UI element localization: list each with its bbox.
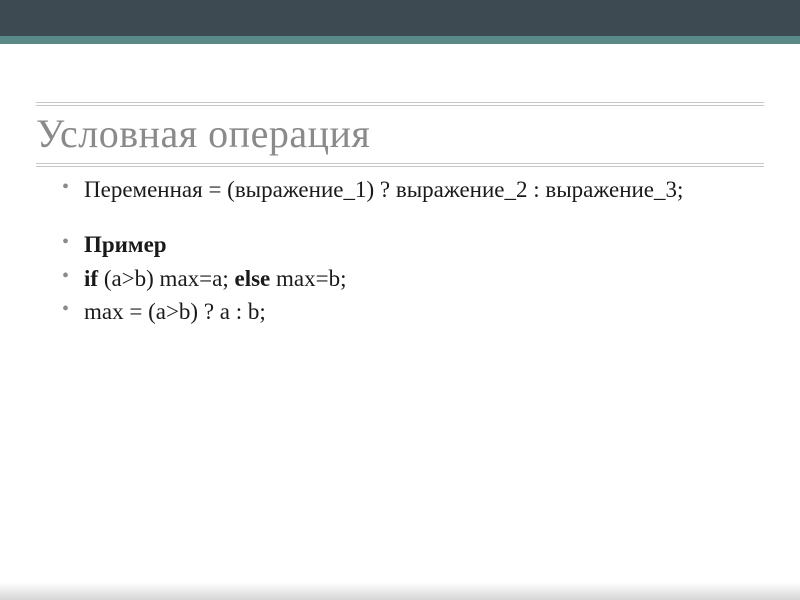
divider-top <box>36 102 764 106</box>
slide-content: Переменная = (выражение_1) ? выражение_2… <box>0 167 800 327</box>
title-bar <box>0 0 800 44</box>
kw-if: if <box>84 266 98 291</box>
spacer <box>0 44 800 102</box>
bottom-shadow <box>0 582 800 600</box>
bullet-example-label: Пример <box>62 230 760 259</box>
example-line1-end: max=b; <box>270 266 346 291</box>
example-line1-mid: (a>b) max=a; <box>98 266 234 291</box>
bullet-syntax: Переменная = (выражение_1) ? выражение_2… <box>62 175 760 204</box>
bullet-example-line1: if (a>b) max=a; else max=b; <box>62 264 760 293</box>
slide-title: Условная операция <box>36 110 800 157</box>
bullet-text: Переменная = (выражение_1) ? выражение_2… <box>84 177 683 202</box>
bullet-example-line2: max = (a>b) ? a : b; <box>62 297 760 326</box>
kw-else: else <box>234 266 270 291</box>
example-line2: max = (a>b) ? a : b; <box>84 299 266 324</box>
example-label: Пример <box>84 232 167 257</box>
